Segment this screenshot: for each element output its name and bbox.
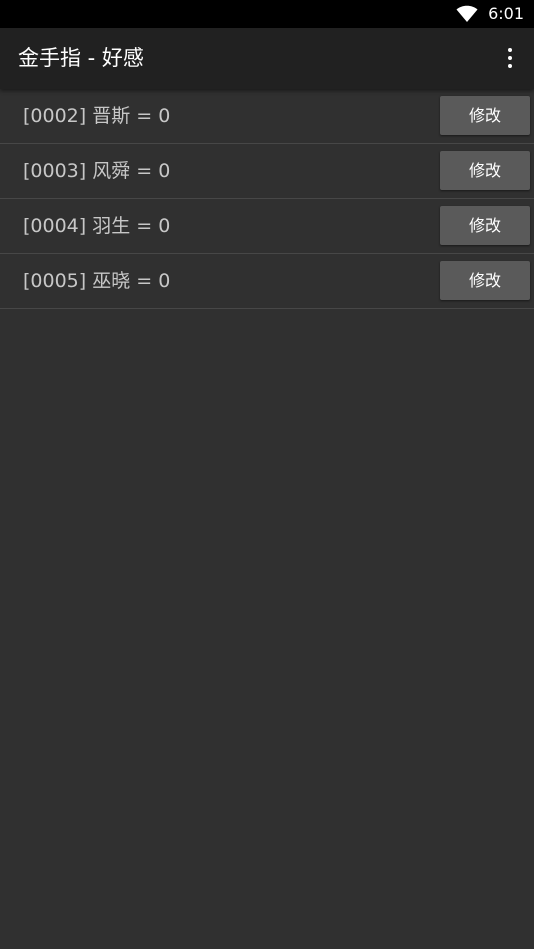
status-time: 6:01 xyxy=(488,4,524,23)
list-item: [0002] 晋斯 = 0 修改 xyxy=(0,89,534,144)
edit-button[interactable]: 修改 xyxy=(440,206,530,245)
list-item-label: [0003] 风舜 = 0 xyxy=(23,160,171,182)
cheat-list: [0002] 晋斯 = 0 修改 [0003] 风舜 = 0 修改 [0004]… xyxy=(0,89,534,309)
status-bar: 6:01 xyxy=(0,0,534,28)
list-item-label: [0005] 巫晓 = 0 xyxy=(23,270,171,292)
edit-button[interactable]: 修改 xyxy=(440,261,530,300)
list-item: [0005] 巫晓 = 0 修改 xyxy=(0,254,534,309)
edit-button[interactable]: 修改 xyxy=(440,151,530,190)
edit-button[interactable]: 修改 xyxy=(440,96,530,135)
list-item: [0004] 羽生 = 0 修改 xyxy=(0,199,534,254)
list-item: [0003] 风舜 = 0 修改 xyxy=(0,144,534,199)
wifi-icon xyxy=(456,5,478,22)
page-title: 金手指 - 好感 xyxy=(18,46,144,70)
list-item-label: [0004] 羽生 = 0 xyxy=(23,215,171,237)
overflow-menu-icon[interactable] xyxy=(496,42,524,74)
app-bar: 金手指 - 好感 xyxy=(0,28,534,89)
list-item-label: [0002] 晋斯 = 0 xyxy=(23,105,171,127)
